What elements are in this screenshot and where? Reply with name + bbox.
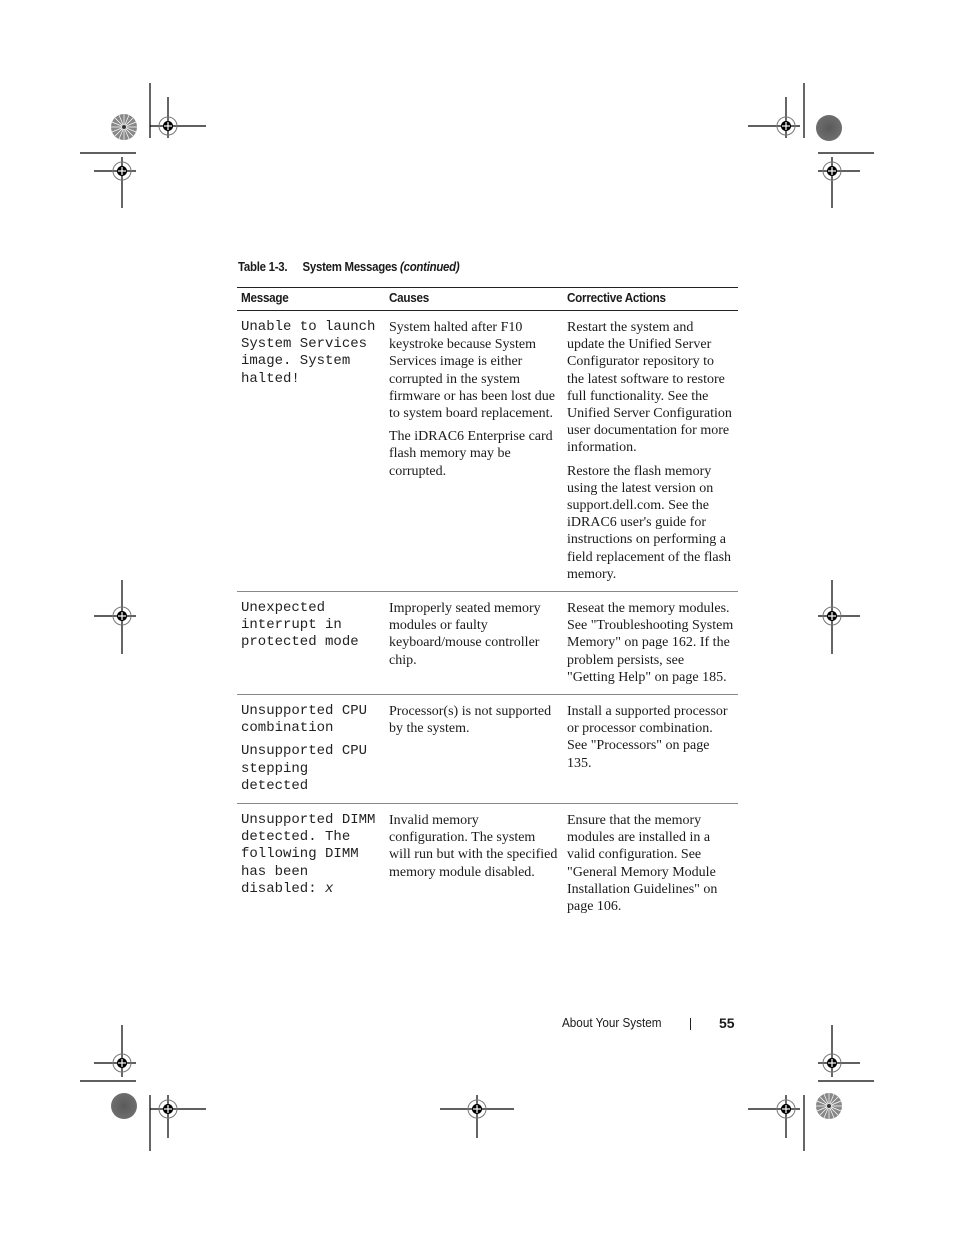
header-actions-label: Corrective Actions — [567, 290, 666, 305]
table-row: Unsupported DIMM detected. The following… — [237, 804, 738, 924]
gray-disc-icon — [816, 115, 842, 141]
action-text: Install a supported processor or process… — [567, 704, 728, 771]
message-text: Unable to launch System Services image. … — [241, 319, 384, 387]
star-target-icon — [816, 1093, 842, 1119]
crop-marks-bottom-center — [440, 1095, 514, 1138]
header-causes-label: Causes — [389, 290, 430, 305]
table-continued-label: (continued) — [400, 259, 460, 274]
cause-text: Processor(s) is not supported by the sys… — [389, 704, 552, 737]
table-row: Unsupported CPU combination Unsupported … — [237, 694, 738, 805]
system-messages-table: Message Causes Corrective Actions Unable… — [237, 287, 738, 923]
message-cell: Unable to launch System Services image. … — [237, 310, 385, 593]
cause-text: System halted after F10 keystroke becaus… — [389, 320, 555, 422]
registration-crosshair-icon — [776, 116, 796, 136]
actions-cell: Reseat the memory modules. See "Troubles… — [563, 591, 738, 696]
action-text: Reseat the memory modules. See "Troubles… — [567, 601, 734, 685]
crop-marks-bottom-right — [748, 1025, 874, 1151]
causes-cell: Processor(s) is not supported by the sys… — [385, 694, 563, 805]
registration-crosshair-icon — [822, 1053, 842, 1073]
crop-marks-middle-right — [818, 580, 860, 654]
message-cell: Unsupported CPU combination Unsupported … — [237, 694, 385, 805]
causes-cell: Improperly seated memory modules or faul… — [385, 591, 563, 696]
message-text: Unsupported DIMM detected. The following… — [241, 812, 381, 898]
message-cell: Unsupported DIMM detected. The following… — [237, 804, 385, 924]
header-message-label: Message — [241, 290, 289, 305]
crop-marks-top-left — [80, 83, 206, 208]
action-text: Restore the flash memory using the lates… — [567, 463, 732, 582]
cause-text: Invalid memory configuration. The system… — [389, 813, 558, 880]
footer-separator — [690, 1018, 691, 1030]
causes-cell: System halted after F10 keystroke becaus… — [385, 310, 563, 593]
registration-crosshair-icon — [112, 606, 132, 626]
table-row: Unable to launch System Services image. … — [237, 310, 738, 593]
table-caption: Table 1-3. System Messages (continued) — [238, 259, 460, 274]
cause-text: The iDRAC6 Enterprise card flash memory … — [389, 429, 553, 479]
table-number: Table 1-3. — [238, 259, 288, 274]
action-text: Restart the system and update the Unifie… — [567, 320, 732, 456]
crop-marks-top-right — [748, 83, 874, 208]
registration-crosshair-icon — [112, 1053, 132, 1073]
message-text: Unsupported CPU stepping detected — [241, 743, 376, 794]
table-title: System Messages — [302, 259, 398, 274]
registration-crosshair-icon — [776, 1099, 796, 1119]
action-text: Ensure that the memory modules are insta… — [567, 813, 718, 915]
registration-crosshair-icon — [112, 161, 132, 181]
page-number: 55 — [719, 1015, 735, 1031]
gray-disc-icon — [111, 1093, 137, 1119]
causes-cell: Invalid memory configuration. The system… — [385, 804, 563, 924]
actions-cell: Restart the system and update the Unifie… — [563, 310, 738, 593]
message-text: Unexpected interrupt in protected mode — [241, 600, 359, 651]
header-message: Message — [237, 287, 385, 311]
registration-crosshair-icon — [158, 116, 178, 136]
header-corrective-actions: Corrective Actions — [563, 287, 738, 311]
crop-marks-bottom-left — [80, 1025, 206, 1151]
message-text-body: Unsupported DIMM detected. The following… — [241, 812, 384, 897]
message-variable: x — [325, 880, 334, 897]
star-target-icon — [111, 114, 137, 140]
crop-marks-middle-left — [94, 580, 136, 654]
registration-crosshair-icon — [822, 606, 842, 626]
message-cell: Unexpected interrupt in protected mode — [237, 591, 385, 696]
actions-cell: Ensure that the memory modules are insta… — [563, 804, 738, 924]
table-row: Unexpected interrupt in protected mode I… — [237, 591, 738, 696]
registration-crosshair-icon — [158, 1099, 178, 1119]
registration-crosshair-icon — [822, 161, 842, 181]
footer-section-title: About Your System — [562, 1015, 662, 1030]
header-causes: Causes — [385, 287, 563, 311]
registration-crosshair-icon — [467, 1099, 487, 1119]
actions-cell: Install a supported processor or process… — [563, 694, 738, 805]
table-header-row: Message Causes Corrective Actions — [237, 287, 738, 311]
page-footer: About Your System 55 — [562, 1015, 735, 1031]
cause-text: Improperly seated memory modules or faul… — [389, 601, 541, 668]
message-text: Unsupported CPU combination — [241, 703, 376, 737]
